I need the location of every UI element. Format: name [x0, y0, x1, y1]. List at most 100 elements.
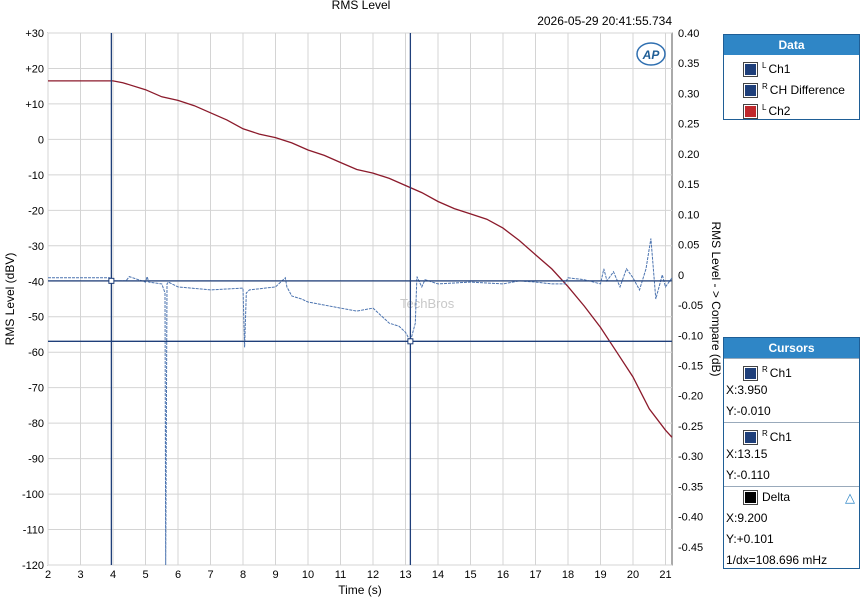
y-tick-label: -120 — [22, 560, 44, 572]
x-tick-label: 8 — [240, 569, 246, 581]
legend-item-ch-difference[interactable]: R CH Difference — [724, 76, 859, 99]
y2-tick-label: 0.10 — [678, 209, 699, 221]
x-tick-label: 20 — [627, 569, 639, 581]
y-axis-label: RMS Level (dBV) — [3, 253, 17, 346]
ap-logo-text: AP — [642, 48, 661, 62]
y-tick-label: -50 — [28, 312, 44, 324]
cursor-2-group[interactable]: R Ch1 X:13.15 Y:-0.110 — [724, 422, 859, 486]
cursors-panel: Cursors R Ch1 X:3.950 Y:-0.010 R Ch1 X:13.… — [723, 337, 860, 569]
x-axis-label: Time (s) — [338, 583, 382, 597]
y-tick-label: -90 — [28, 454, 44, 466]
x-tick-label: 2 — [45, 569, 51, 581]
chart-title: RMS Level — [332, 0, 391, 12]
delta-swatch — [743, 490, 758, 506]
delta-triangle-icon[interactable]: △ — [845, 487, 855, 508]
x-tick-label: 5 — [142, 569, 148, 581]
channel-superscript: L — [762, 61, 767, 70]
x-tick-label: 9 — [272, 569, 278, 581]
y2-tick-label: 0.25 — [678, 119, 699, 131]
channel-superscript: L — [762, 103, 767, 112]
channel-superscript: R — [762, 365, 768, 374]
delta-x: X:9.200 — [726, 511, 768, 525]
ap-logo: AP — [636, 41, 666, 67]
legend-label: CH Difference — [769, 83, 845, 97]
y-tick-label: -110 — [23, 525, 44, 537]
y2-tick-label: 0.35 — [678, 58, 699, 70]
x-tick-labels: 2 3 4 5 6 7 8 9 10 11 12 13 14 15 16 17 18 19 20 21 — [45, 569, 672, 581]
y2-tick-label: 0.30 — [678, 88, 699, 100]
y-tick-label: -100 — [22, 489, 44, 501]
y2-tick-label: -0.40 — [678, 512, 703, 524]
y2-tick-label: 0.40 — [678, 28, 699, 40]
x-tick-label: 7 — [207, 569, 213, 581]
timestamp: 2026-05-29 20:41:55.734 — [537, 14, 672, 28]
y-tick-labels: +30 +20 +10 0 -10 -20 -30 -40 -50 -60 -70 -80 -90 -10… — [22, 28, 44, 572]
channel-superscript: R — [762, 429, 768, 438]
x-tick-label: 12 — [367, 569, 379, 581]
cursor-2-y: Y:-0.110 — [726, 468, 770, 482]
y-tick-label: -60 — [28, 347, 44, 359]
x-tick-label: 4 — [110, 569, 116, 581]
delta-y: Y:+0.101 — [726, 532, 774, 546]
y2-tick-label: 0 — [678, 270, 684, 282]
x-tick-label: 10 — [302, 569, 314, 581]
y2-tick-label: -0.35 — [678, 481, 703, 493]
legend-swatch — [743, 104, 758, 120]
y2-tick-label: 0.20 — [678, 149, 699, 161]
legend-label: Ch2 — [768, 104, 791, 118]
x-tick-label: 19 — [594, 569, 606, 581]
cursor-swatch — [743, 430, 758, 446]
y-tick-label: -30 — [28, 241, 44, 253]
cursor-1-group[interactable]: R Ch1 X:3.950 Y:-0.010 — [724, 358, 859, 422]
legend-item-ch2[interactable]: L Ch2 — [724, 97, 859, 120]
x-tick-label: 18 — [562, 569, 574, 581]
x-tick-label: 11 — [335, 569, 346, 581]
y-tick-label: -10 — [28, 170, 44, 182]
y-tick-label: +20 — [25, 63, 44, 75]
delta-group[interactable]: Delta △ X:9.200 Y:+0.101 1/dx=108.696 mHz — [724, 486, 859, 571]
cursor-1-x: X:3.950 — [726, 383, 768, 397]
cursor-1-y: Y:-0.010 — [726, 404, 771, 418]
y-tick-label: -40 — [28, 276, 44, 288]
y-tick-label: -80 — [28, 418, 44, 430]
y2-tick-label: -0.05 — [678, 300, 703, 312]
y2-axis-label: RMS Level - > Compare (dB) — [709, 221, 723, 376]
cursor-2-x: X:13.15 — [726, 447, 768, 461]
y-tick-label: +30 — [25, 28, 44, 40]
cursor-swatch — [743, 366, 758, 382]
watermark-text: TechBros — [400, 296, 455, 311]
y-tick-label: +10 — [25, 99, 44, 111]
delta-label: Delta — [762, 490, 791, 504]
x-tick-label: 16 — [497, 569, 509, 581]
delta-inverse-dx: 1/dx=108.696 mHz — [726, 553, 828, 567]
x-tick-label: 14 — [432, 569, 444, 581]
legend-swatch — [743, 83, 758, 99]
x-tick-label: 3 — [77, 569, 83, 581]
x-tick-label: 13 — [399, 569, 411, 581]
y2-tick-label: 0.05 — [678, 240, 699, 252]
cursors-header: Cursors — [724, 338, 859, 358]
x-tick-label: 21 — [659, 569, 671, 581]
y2-tick-label: 0.15 — [678, 179, 699, 191]
y2-tick-label: -0.15 — [678, 361, 703, 373]
channel-superscript: R — [762, 82, 768, 91]
x-tick-label: 15 — [464, 569, 476, 581]
y2-tick-label: -0.25 — [678, 421, 703, 433]
legend-header: Data — [724, 35, 859, 55]
cursor-2-label: Ch1 — [769, 430, 792, 444]
y2-tick-label: -0.20 — [678, 391, 703, 403]
x-tick-label: 6 — [175, 569, 181, 581]
legend-swatch — [743, 62, 758, 78]
cursor-2-marker — [407, 338, 414, 345]
y-tick-label: -70 — [28, 383, 44, 395]
x-tick-label: 17 — [529, 569, 541, 581]
legend-panel: Data L Ch1 R CH Difference L Ch2 — [723, 34, 860, 120]
y2-tick-label: -0.30 — [678, 451, 703, 463]
y-tick-label: 0 — [38, 134, 44, 146]
y2-tick-label: -0.10 — [678, 330, 703, 342]
cursor-1-marker — [108, 277, 115, 284]
legend-label: Ch1 — [768, 62, 791, 76]
legend-item-ch1[interactable]: L Ch1 — [724, 55, 859, 78]
y2-tick-label: -0.45 — [678, 542, 703, 554]
cursor-1-label: Ch1 — [769, 366, 792, 380]
